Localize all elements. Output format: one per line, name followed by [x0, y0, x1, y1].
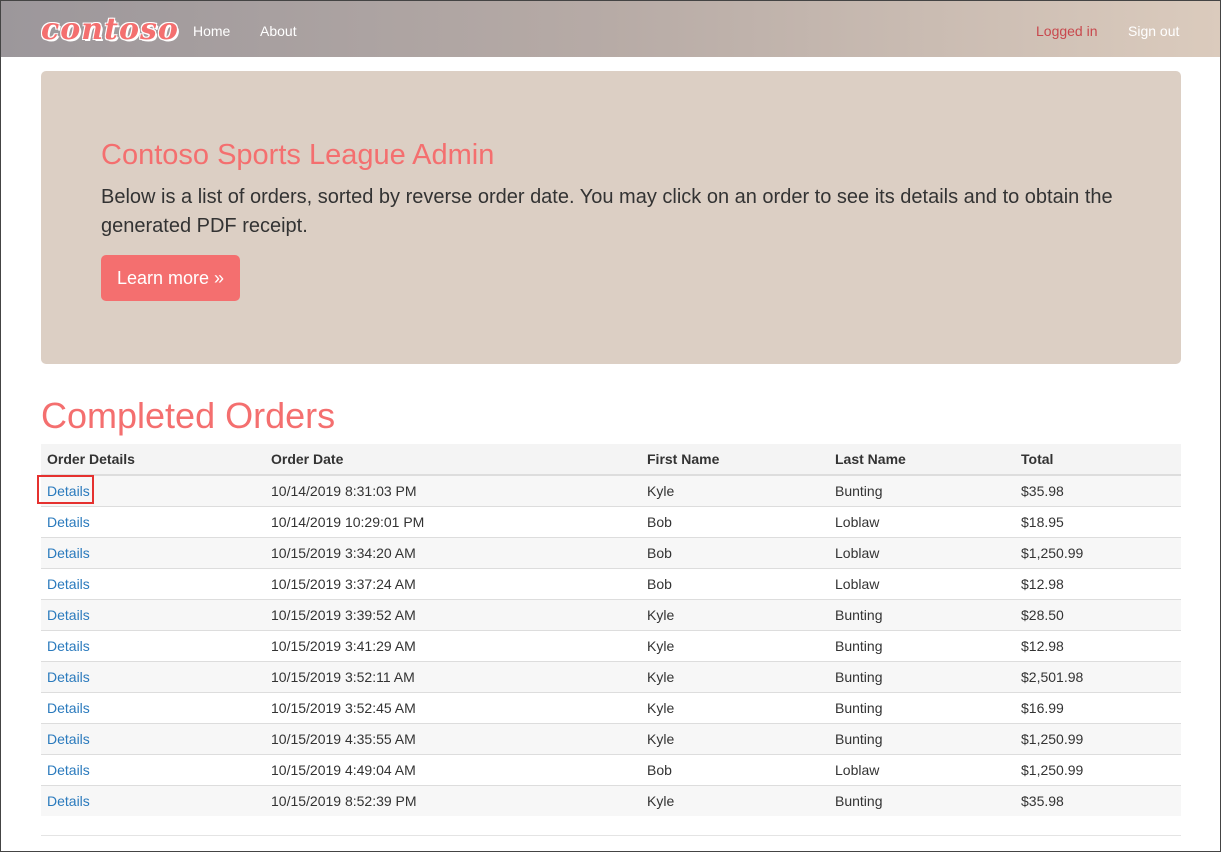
first-name-cell: Kyle: [641, 599, 829, 631]
jumbotron: Contoso Sports League Admin Below is a l…: [41, 71, 1181, 364]
details-cell: Details: [41, 474, 265, 507]
table-row: Details 10/15/2019 3:37:24 AM Bob Loblaw…: [41, 568, 1181, 600]
last-name-cell: Loblaw: [829, 537, 1015, 569]
details-cell: Details: [41, 661, 265, 693]
table-row: Details 10/15/2019 3:39:52 AM Kyle Bunti…: [41, 599, 1181, 631]
details-link[interactable]: Details: [47, 700, 90, 716]
details-cell: Details: [41, 754, 265, 786]
details-link[interactable]: Details: [47, 576, 90, 592]
last-name-cell: Bunting: [829, 630, 1015, 662]
order-date-cell: 10/15/2019 3:52:45 AM: [265, 692, 641, 724]
total-cell: $1,250.99: [1015, 723, 1181, 755]
jumbotron-title: Contoso Sports League Admin: [101, 139, 495, 171]
sign-out-link[interactable]: Sign out: [1128, 23, 1179, 39]
details-link[interactable]: Details: [47, 483, 90, 499]
order-date-cell: 10/15/2019 3:39:52 AM: [265, 599, 641, 631]
details-cell: Details: [41, 692, 265, 724]
details-link[interactable]: Details: [47, 514, 90, 530]
column-header-order-date: Order Date: [265, 444, 641, 476]
last-name-cell: Bunting: [829, 599, 1015, 631]
details-cell: Details: [41, 599, 265, 631]
details-cell: Details: [41, 506, 265, 538]
browser-page: contoso Home About Logged in Sign out Co…: [0, 0, 1221, 852]
first-name-cell: Kyle: [641, 692, 829, 724]
total-cell: $12.98: [1015, 630, 1181, 662]
table-row: Details 10/15/2019 3:41:29 AM Kyle Bunti…: [41, 630, 1181, 662]
total-cell: $1,250.99: [1015, 537, 1181, 569]
details-link[interactable]: Details: [47, 607, 90, 623]
total-cell: $1,250.99: [1015, 754, 1181, 786]
nav-home-link[interactable]: Home: [193, 23, 230, 39]
order-date-cell: 10/15/2019 3:52:11 AM: [265, 661, 641, 693]
first-name-cell: Kyle: [641, 630, 829, 662]
details-cell: Details: [41, 537, 265, 569]
orders-table: Order Details Order Date First Name Last…: [41, 444, 1181, 816]
table-row: Details 10/15/2019 3:34:20 AM Bob Loblaw…: [41, 537, 1181, 569]
table-row: Details 10/15/2019 8:52:39 PM Kyle Bunti…: [41, 785, 1181, 816]
details-link[interactable]: Details: [47, 638, 90, 654]
nav-about-link[interactable]: About: [260, 23, 297, 39]
details-link[interactable]: Details: [47, 545, 90, 561]
contoso-logo[interactable]: contoso: [41, 10, 179, 50]
order-date-cell: 10/15/2019 3:34:20 AM: [265, 537, 641, 569]
completed-orders-title: Completed Orders: [41, 395, 336, 436]
total-cell: $35.98: [1015, 785, 1181, 816]
last-name-cell: Bunting: [829, 661, 1015, 693]
order-date-cell: 10/15/2019 4:35:55 AM: [265, 723, 641, 755]
total-cell: $12.98: [1015, 568, 1181, 600]
top-navbar: contoso Home About Logged in Sign out: [1, 1, 1220, 57]
details-link[interactable]: Details: [47, 669, 90, 685]
jumbotron-description: Below is a list of orders, sorted by rev…: [101, 186, 1113, 237]
table-header-row: Order Details Order Date First Name Last…: [41, 444, 1181, 476]
table-row: Details 10/15/2019 3:52:45 AM Kyle Bunti…: [41, 692, 1181, 724]
first-name-cell: Bob: [641, 754, 829, 786]
last-name-cell: Bunting: [829, 692, 1015, 724]
last-name-cell: Loblaw: [829, 754, 1015, 786]
total-cell: $35.98: [1015, 474, 1181, 507]
order-date-cell: 10/15/2019 3:41:29 AM: [265, 630, 641, 662]
order-date-cell: 10/15/2019 8:52:39 PM: [265, 785, 641, 816]
column-header-total: Total: [1015, 444, 1181, 476]
table-row: Details 10/14/2019 8:31:03 PM Kyle Bunti…: [41, 474, 1181, 507]
details-link[interactable]: Details: [47, 762, 90, 778]
details-link[interactable]: Details: [47, 793, 90, 809]
total-cell: $16.99: [1015, 692, 1181, 724]
last-name-cell: Bunting: [829, 785, 1015, 816]
table-row: Details 10/15/2019 4:49:04 AM Bob Loblaw…: [41, 754, 1181, 786]
order-date-cell: 10/15/2019 3:37:24 AM: [265, 568, 641, 600]
last-name-cell: Loblaw: [829, 568, 1015, 600]
first-name-cell: Kyle: [641, 474, 829, 507]
order-date-cell: 10/14/2019 10:29:01 PM: [265, 506, 641, 538]
total-cell: $28.50: [1015, 599, 1181, 631]
details-cell: Details: [41, 568, 265, 600]
details-cell: Details: [41, 785, 265, 816]
logged-in-link[interactable]: Logged in: [1036, 23, 1098, 39]
details-link[interactable]: Details: [47, 731, 90, 747]
first-name-cell: Kyle: [641, 785, 829, 816]
table-row: Details 10/14/2019 10:29:01 PM Bob Lobla…: [41, 506, 1181, 538]
order-date-cell: 10/15/2019 4:49:04 AM: [265, 754, 641, 786]
last-name-cell: Bunting: [829, 723, 1015, 755]
total-cell: $18.95: [1015, 506, 1181, 538]
footer-divider: [41, 835, 1181, 836]
column-header-first-name: First Name: [641, 444, 829, 476]
last-name-cell: Bunting: [829, 474, 1015, 507]
first-name-cell: Bob: [641, 506, 829, 538]
last-name-cell: Loblaw: [829, 506, 1015, 538]
details-cell: Details: [41, 723, 265, 755]
learn-more-button[interactable]: Learn more »: [101, 255, 240, 301]
first-name-cell: Kyle: [641, 723, 829, 755]
table-row: Details 10/15/2019 4:35:55 AM Kyle Bunti…: [41, 723, 1181, 755]
total-cell: $2,501.98: [1015, 661, 1181, 693]
order-date-cell: 10/14/2019 8:31:03 PM: [265, 474, 641, 507]
table-row: Details 10/15/2019 3:52:11 AM Kyle Bunti…: [41, 661, 1181, 693]
column-header-last-name: Last Name: [829, 444, 1015, 476]
column-header-order-details: Order Details: [41, 444, 265, 476]
first-name-cell: Bob: [641, 537, 829, 569]
first-name-cell: Kyle: [641, 661, 829, 693]
details-cell: Details: [41, 630, 265, 662]
first-name-cell: Bob: [641, 568, 829, 600]
